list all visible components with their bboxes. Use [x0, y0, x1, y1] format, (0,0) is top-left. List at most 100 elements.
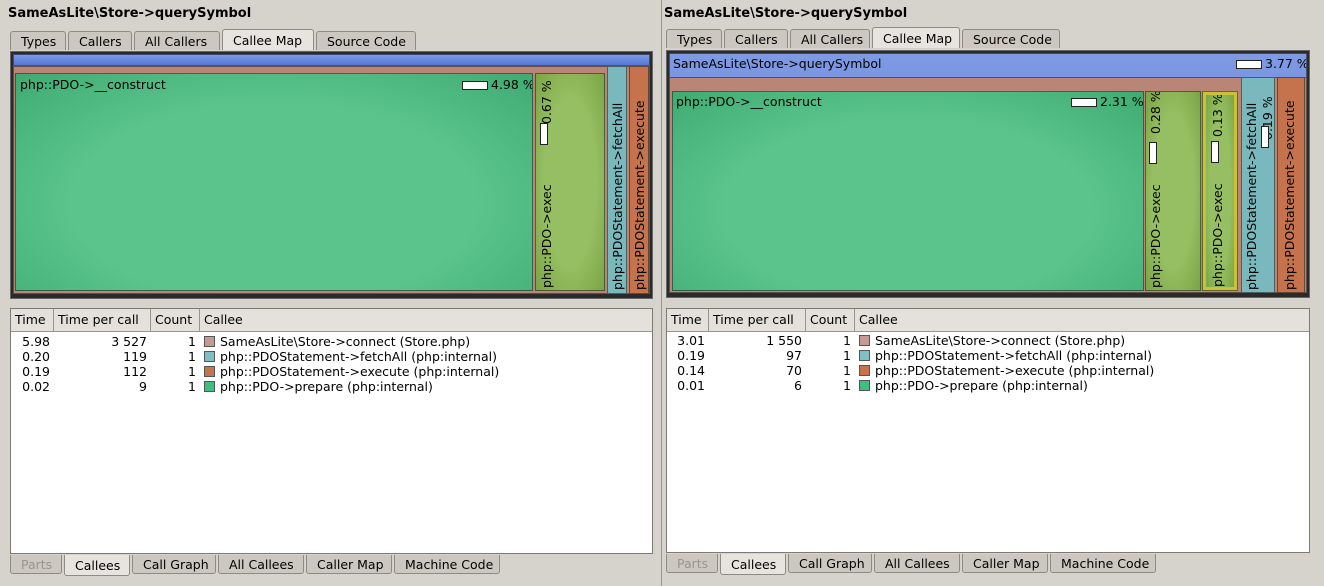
cell-time: 0.19	[677, 348, 705, 363]
column-time[interactable]: Time	[667, 309, 709, 331]
tab-machine-code[interactable]: Machine Code	[1050, 554, 1156, 573]
column-time-per-call[interactable]: Time per call	[54, 309, 151, 331]
exec-pct: 0.67 %	[539, 80, 554, 124]
fetchall-bar-icon	[1261, 126, 1269, 148]
bottom-tab-bar: Parts Callees Call Graph All Callees Cal…	[666, 554, 1158, 575]
table-row[interactable]: 3.01 1 550 1 SameAsLite\Store->connect (…	[667, 333, 1309, 348]
color-swatch-icon	[859, 350, 870, 361]
table-row[interactable]: 0.14 70 1 php::PDOStatement->execute (ph…	[667, 363, 1309, 378]
cell-count: 1	[843, 363, 851, 378]
exec-bar-icon	[540, 123, 548, 145]
tab-all-callers[interactable]: All Callers	[790, 29, 870, 48]
cell-time: 0.02	[22, 379, 50, 394]
cell-count: 1	[843, 378, 851, 393]
progress-icon	[462, 81, 488, 90]
map-prepare-block[interactable]: 0.13 % php::PDO->exec	[1202, 91, 1238, 291]
callee-map[interactable]: php::PDO->__construct 4.98 % 0.67 % php:…	[10, 51, 653, 299]
tab-parts[interactable]: Parts	[666, 554, 718, 573]
list-header: Time Time per call Count Callee	[667, 309, 1309, 332]
table-row[interactable]: 0.01 6 1 php::PDO->prepare (php:internal…	[667, 378, 1309, 393]
panel-title: SameAsLite\Store->querySymbol	[8, 6, 252, 21]
tab-callers[interactable]: Callers	[724, 29, 788, 48]
fetchall-label: php::PDOStatement->fetchAll	[610, 102, 625, 290]
right-profile-panel: SameAsLite\Store->querySymbol Types Call…	[662, 0, 1324, 586]
column-count[interactable]: Count	[151, 309, 200, 331]
tab-types[interactable]: Types	[10, 31, 66, 50]
callee-map[interactable]: SameAsLite\Store->querySymbol 3.77 % php…	[666, 50, 1310, 298]
table-row[interactable]: 0.20 119 1 php::PDOStatement->fetchAll (…	[11, 349, 652, 364]
table-row[interactable]: 0.19 112 1 php::PDOStatement->execute (p…	[11, 364, 652, 379]
color-swatch-icon	[204, 351, 215, 362]
tab-all-callees[interactable]: All Callees	[218, 555, 304, 574]
map-fetchall-block[interactable]: php::PDOStatement->fetchAll	[607, 66, 627, 294]
root-label: SameAsLite\Store->querySymbol	[673, 56, 882, 71]
left-profile-panel: SameAsLite\Store->querySymbol Types Call…	[0, 0, 662, 586]
tab-types[interactable]: Types	[666, 29, 722, 48]
root-pct: 3.77 %	[1236, 56, 1306, 71]
color-swatch-icon	[859, 380, 870, 391]
map-prepare-inner[interactable]: 0.13 % php::PDO->exec	[1206, 95, 1234, 287]
table-row[interactable]: 0.02 9 1 php::PDO->prepare (php:internal…	[11, 379, 652, 394]
table-row[interactable]: 5.98 3 527 1 SameAsLite\Store->connect (…	[11, 334, 652, 349]
cell-callee: SameAsLite\Store->connect (Store.php)	[220, 334, 471, 349]
top-tab-bar: Types Callers All Callers Callee Map Sou…	[10, 29, 418, 51]
fetchall-label: php::PDOStatement->fetchAll	[1244, 102, 1259, 290]
tab-parts[interactable]: Parts	[10, 555, 62, 574]
column-time-per-call[interactable]: Time per call	[709, 309, 806, 331]
tab-caller-map[interactable]: Caller Map	[962, 554, 1048, 573]
map-construct-block[interactable]: php::PDO->__construct 2.31 %	[672, 91, 1144, 291]
map-root-block[interactable]	[13, 54, 650, 66]
column-count[interactable]: Count	[806, 309, 855, 331]
tab-callees[interactable]: Callees	[720, 554, 786, 575]
cell-callee: php::PDO->prepare (php:internal)	[875, 378, 1088, 393]
cell-count: 1	[188, 349, 196, 364]
progress-icon	[1071, 98, 1097, 107]
map-exec-block[interactable]: 0.67 % php::PDO->exec	[535, 73, 605, 291]
tab-all-callers[interactable]: All Callers	[134, 31, 220, 50]
cell-time: 0.19	[22, 364, 50, 379]
column-time[interactable]: Time	[11, 309, 54, 331]
map-construct-block[interactable]: php::PDO->__construct 4.98 %	[15, 73, 533, 291]
top-tab-bar: Types Callers All Callers Callee Map Sou…	[666, 27, 1062, 49]
map-exec-block[interactable]: 0.28 % php::PDO->exec	[1145, 91, 1201, 291]
cell-per-call: 3 527	[111, 334, 147, 349]
tab-all-callees[interactable]: All Callees	[874, 554, 960, 573]
panel-title: SameAsLite\Store->querySymbol	[664, 6, 908, 21]
tab-call-graph[interactable]: Call Graph	[132, 555, 216, 574]
prepare-bar-icon	[1211, 141, 1219, 163]
tab-source-code[interactable]: Source Code	[962, 29, 1060, 48]
tab-source-code[interactable]: Source Code	[316, 31, 416, 50]
cell-count: 1	[188, 379, 196, 394]
cell-per-call: 112	[123, 364, 147, 379]
table-row[interactable]: 0.19 97 1 php::PDOStatement->fetchAll (p…	[667, 348, 1309, 363]
map-execute-block[interactable]: php::PDOStatement->execute	[629, 66, 649, 294]
cell-time: 0.20	[22, 349, 50, 364]
color-swatch-icon	[859, 365, 870, 376]
prepare-pct: 0.13 %	[1210, 95, 1225, 137]
tab-callers[interactable]: Callers	[68, 31, 132, 50]
color-swatch-icon	[204, 381, 215, 392]
map-execute-block[interactable]: php::PDOStatement->execute	[1277, 77, 1305, 293]
cell-count: 1	[843, 333, 851, 348]
tab-callees[interactable]: Callees	[64, 555, 130, 576]
callee-list[interactable]: Time Time per call Count Callee 5.98 3 5…	[10, 308, 653, 554]
tab-callee-map[interactable]: Callee Map	[872, 27, 960, 48]
cell-count: 1	[843, 348, 851, 363]
progress-icon	[1236, 60, 1262, 69]
color-swatch-icon	[204, 366, 215, 377]
tab-machine-code[interactable]: Machine Code	[394, 555, 500, 574]
cell-time: 0.01	[677, 378, 705, 393]
color-swatch-icon	[204, 336, 215, 347]
callee-list[interactable]: Time Time per call Count Callee 3.01 1 5…	[666, 308, 1310, 553]
cell-callee: SameAsLite\Store->connect (Store.php)	[875, 333, 1126, 348]
exec-label: php::PDO->exec	[539, 184, 554, 288]
map-fetchall-block[interactable]: php::PDOStatement->fetchAll 0.19 %	[1241, 77, 1275, 293]
construct-pct: 2.31 %	[1071, 94, 1143, 109]
tab-call-graph[interactable]: Call Graph	[788, 554, 872, 573]
tab-callee-map[interactable]: Callee Map	[222, 29, 314, 50]
construct-label: php::PDO->__construct	[676, 94, 822, 109]
column-callee[interactable]: Callee	[200, 309, 652, 331]
tab-caller-map[interactable]: Caller Map	[306, 555, 392, 574]
exec-pct: 0.28 %	[1148, 91, 1163, 134]
column-callee[interactable]: Callee	[855, 309, 1309, 331]
